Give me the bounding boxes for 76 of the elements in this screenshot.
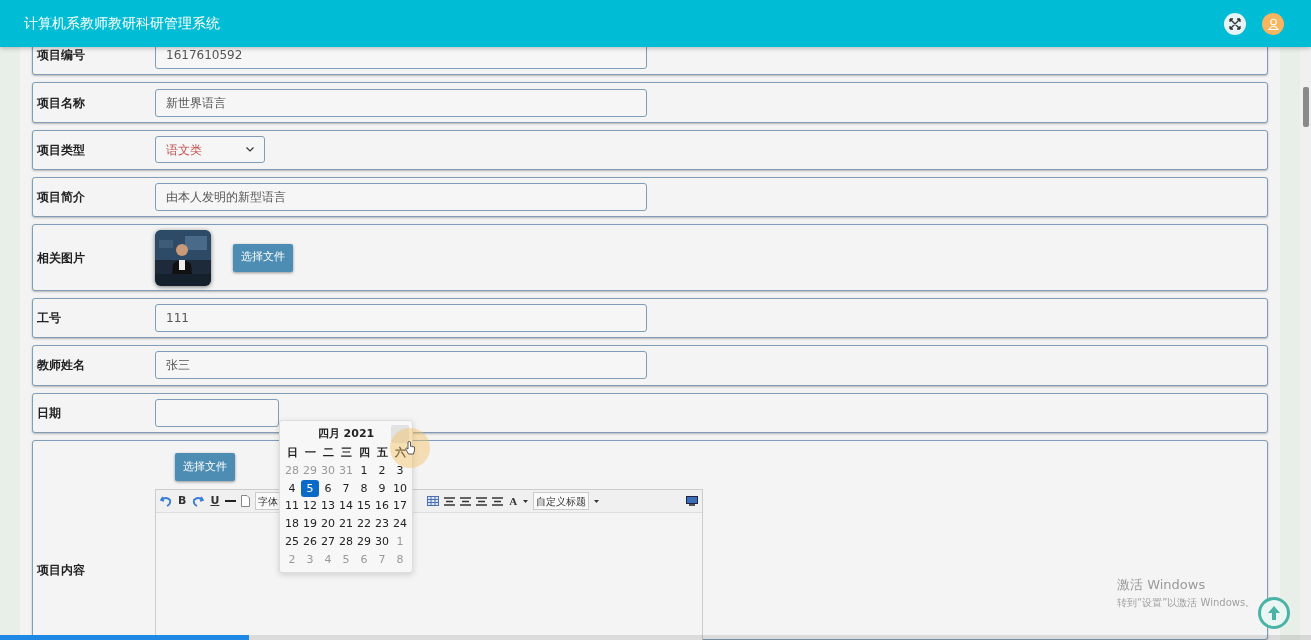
arrow-up-icon (1268, 606, 1280, 620)
bold-button[interactable]: B (177, 492, 188, 510)
calendar-day[interactable]: 20 (319, 515, 337, 533)
align-icon[interactable] (460, 496, 472, 506)
video-progress-track[interactable] (0, 635, 1311, 640)
redo-icon[interactable] (192, 495, 205, 508)
calendar-day[interactable]: 27 (319, 532, 337, 551)
calendar-day[interactable]: 26 (301, 532, 319, 551)
calendar-day[interactable]: 2 (373, 461, 391, 480)
calendar-day[interactable]: 15 (355, 497, 373, 516)
monitor-icon[interactable] (686, 496, 698, 507)
calendar-day[interactable]: 23 (373, 515, 391, 533)
text-field[interactable]: 张三 (155, 351, 647, 380)
calendar-day[interactable]: 14 (337, 497, 355, 516)
choose-file-button[interactable]: 选择文件 (175, 453, 235, 482)
field-label: 日期 (36, 404, 62, 422)
weekday-label: 四 (357, 444, 371, 461)
calendar-day[interactable]: 24 (391, 515, 409, 533)
caret-icon[interactable] (523, 499, 529, 503)
user-avatar-button[interactable] (1262, 12, 1284, 35)
align-icon[interactable] (476, 496, 488, 506)
font-color-button[interactable]: A (508, 492, 519, 510)
field-label: 相关图片 (36, 249, 86, 267)
weekday-label: 五 (375, 444, 389, 461)
caret-icon[interactable] (594, 499, 600, 503)
weekday-label: 一 (303, 444, 317, 461)
type-select[interactable]: 语文类 (155, 136, 265, 164)
align-icon[interactable] (492, 496, 504, 506)
calendar-day[interactable]: 17 (391, 497, 409, 516)
calendar-day[interactable]: 30 (373, 532, 391, 551)
text-field[interactable]: 111 (155, 304, 647, 333)
expand-icon (1229, 17, 1241, 30)
calendar-day[interactable]: 21 (337, 515, 355, 533)
text-field[interactable]: 由本人发明的新型语言 (155, 183, 647, 212)
calendar-day[interactable]: 5 (301, 479, 319, 498)
weekday-label: 三 (339, 444, 353, 461)
activation-title: 激活 Windows (1117, 576, 1207, 594)
field-label: 教师姓名 (36, 357, 86, 375)
activation-subtitle: 转到“设置”以激活 Windows。 (1117, 595, 1256, 610)
toolbar-select[interactable]: 字体 (255, 492, 282, 511)
table-icon[interactable] (427, 496, 440, 507)
text-field[interactable]: 1617610592 (155, 47, 647, 70)
scroll-thumb[interactable] (1302, 87, 1309, 127)
date-field[interactable] (155, 398, 279, 427)
calendar-day[interactable]: 13 (319, 497, 337, 516)
calendar-day[interactable]: 28 (337, 532, 355, 551)
field-label: 项目内容 (36, 561, 86, 579)
month-title: 四月 2021 (316, 425, 376, 442)
weekday-label: 六 (393, 444, 407, 461)
choose-file-button[interactable]: 选择文件 (233, 243, 293, 272)
app-title: 计算机系教师教研科研管理系统 (24, 14, 220, 33)
calendar-day[interactable]: 16 (373, 497, 391, 516)
calendar-day[interactable]: 11 (283, 497, 301, 516)
text-field[interactable]: 新世界语言 (155, 88, 647, 117)
undo-icon[interactable] (160, 495, 172, 508)
calendar-day[interactable]: 12 (301, 497, 319, 516)
field-label: 工号 (36, 310, 62, 328)
calendar-day[interactable]: 18 (283, 515, 301, 533)
chevron-down-icon (246, 147, 254, 153)
weekday-label: 二 (321, 444, 335, 461)
align-icon[interactable] (444, 496, 456, 506)
field-label: 项目简介 (36, 189, 86, 207)
calendar-day[interactable]: 19 (301, 515, 319, 533)
calendar-day[interactable]: 29 (355, 532, 373, 551)
calendar-day[interactable]: 1 (355, 461, 373, 480)
calendar-day[interactable]: 25 (283, 532, 301, 551)
underline-button[interactable]: U (209, 492, 221, 510)
user-icon (1267, 17, 1279, 30)
weekday-label: 日 (285, 444, 299, 461)
field-label: 项目名称 (36, 94, 86, 112)
field-label: 项目类型 (36, 141, 86, 159)
fullscreen-button[interactable] (1224, 12, 1246, 35)
calendar-day[interactable]: 22 (355, 515, 373, 533)
field-label: 项目编号 (36, 47, 86, 65)
toolbar-select[interactable]: 自定义标题 (533, 492, 590, 511)
calendar-day[interactable]: 3 (391, 461, 409, 480)
